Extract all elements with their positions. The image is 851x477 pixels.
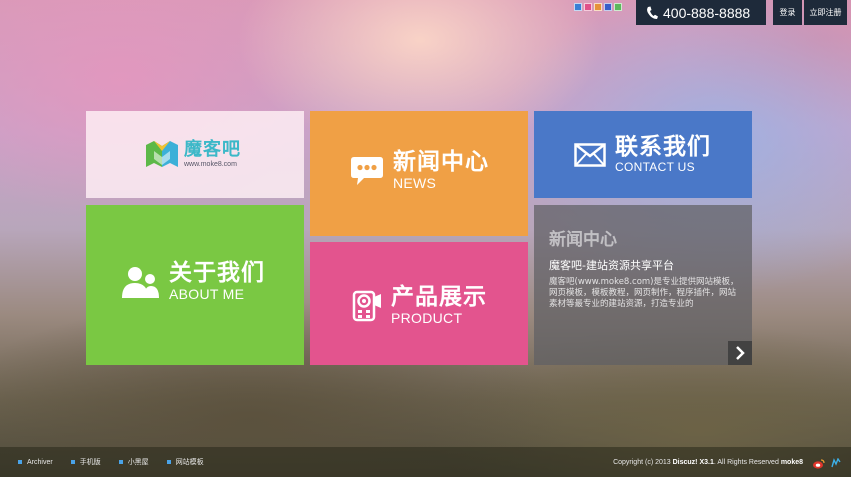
about-subtitle: ABOUT ME bbox=[169, 286, 245, 302]
camera-icon bbox=[352, 290, 381, 321]
info-subtitle[interactable]: 魔客吧-建站资源共享平台 bbox=[549, 257, 674, 273]
footer: Archiver 手机版 小黑屋 网站模板 Copyright (c) 2013… bbox=[0, 447, 851, 477]
weibo-icon[interactable] bbox=[813, 459, 825, 469]
footer-link-label: 网站模板 bbox=[175, 459, 204, 466]
phone-number: 400-888-8888 bbox=[663, 4, 751, 21]
theme-swatch-pink[interactable] bbox=[584, 3, 592, 11]
footer-link-mobile[interactable]: 手机版 bbox=[70, 457, 101, 467]
footer-link-templates[interactable]: 网站模板 bbox=[166, 457, 204, 467]
phone-box: 400-888-8888 bbox=[636, 0, 766, 25]
logo-icon bbox=[146, 141, 178, 167]
info-tile: 新闻中心 魔客吧-建站资源共享平台 魔客吧(www.moke8.com)是专业提… bbox=[534, 205, 752, 365]
news-title: 新闻中心 bbox=[393, 149, 489, 175]
product-title: 产品展示 bbox=[391, 284, 487, 310]
register-button[interactable]: 立即注册 bbox=[804, 0, 847, 25]
copyright-prefix: Copyright (c) 2013 bbox=[613, 458, 671, 466]
envelope-icon bbox=[574, 142, 606, 167]
contact-subtitle: CONTACT US bbox=[615, 160, 695, 174]
info-next-button[interactable] bbox=[728, 341, 752, 365]
contact-title: 联系我们 bbox=[615, 134, 711, 160]
copyright-rights: . All Rights Reserved bbox=[713, 458, 779, 466]
login-button[interactable]: 登录 bbox=[773, 0, 802, 25]
bullet-icon bbox=[166, 460, 171, 464]
bullet-icon bbox=[18, 460, 22, 464]
chevron-right-icon bbox=[736, 346, 745, 360]
copyright-brand[interactable]: Discuz! X3.1 bbox=[673, 459, 714, 466]
theme-swatch-orange[interactable] bbox=[594, 3, 602, 11]
site-logo: 魔客吧 www.moke8.com bbox=[144, 139, 241, 169]
contact-tile[interactable]: 联系我们 CONTACT US bbox=[534, 111, 752, 198]
users-icon bbox=[122, 266, 159, 298]
logo-name: 魔客吧 bbox=[184, 138, 241, 160]
theme-swatches bbox=[574, 3, 622, 11]
phone-icon bbox=[647, 6, 658, 19]
theme-swatch-navy[interactable] bbox=[604, 3, 612, 11]
about-tile[interactable]: 关于我们 ABOUT ME bbox=[86, 205, 304, 365]
footer-link-label: 小黑屋 bbox=[127, 459, 149, 466]
footer-link-blacklist[interactable]: 小黑屋 bbox=[118, 457, 149, 467]
copyright-owner[interactable]: moke8 bbox=[781, 459, 803, 466]
footer-link-label: 手机版 bbox=[79, 459, 101, 466]
qq-icon[interactable] bbox=[831, 458, 841, 468]
bullet-icon bbox=[118, 460, 123, 464]
info-description: 魔客吧(www.moke8.com)是专业提供网站模板，网页模板，模板教程，网页… bbox=[549, 277, 739, 309]
about-title: 关于我们 bbox=[169, 260, 265, 286]
logo-url: www.moke8.com bbox=[184, 160, 237, 168]
footer-link-label: Archiver bbox=[27, 458, 53, 466]
info-title: 新闻中心 bbox=[549, 230, 617, 250]
product-subtitle: PRODUCT bbox=[391, 310, 463, 326]
footer-copyright: Copyright (c) 2013 Discuz! X3.1. All Rig… bbox=[613, 459, 803, 466]
bullet-icon bbox=[70, 460, 75, 464]
logo-tile[interactable]: 魔客吧 www.moke8.com bbox=[86, 111, 304, 198]
product-tile[interactable]: 产品展示 PRODUCT bbox=[310, 242, 528, 365]
news-subtitle: NEWS bbox=[393, 175, 437, 191]
news-tile[interactable]: 新闻中心 NEWS bbox=[310, 111, 528, 236]
theme-swatch-blue[interactable] bbox=[574, 3, 582, 11]
theme-swatch-green[interactable] bbox=[614, 3, 622, 11]
footer-links: Archiver 手机版 小黑屋 网站模板 bbox=[18, 457, 222, 467]
footer-link-archiver[interactable]: Archiver bbox=[18, 457, 53, 467]
chat-bubble-icon bbox=[351, 156, 383, 185]
